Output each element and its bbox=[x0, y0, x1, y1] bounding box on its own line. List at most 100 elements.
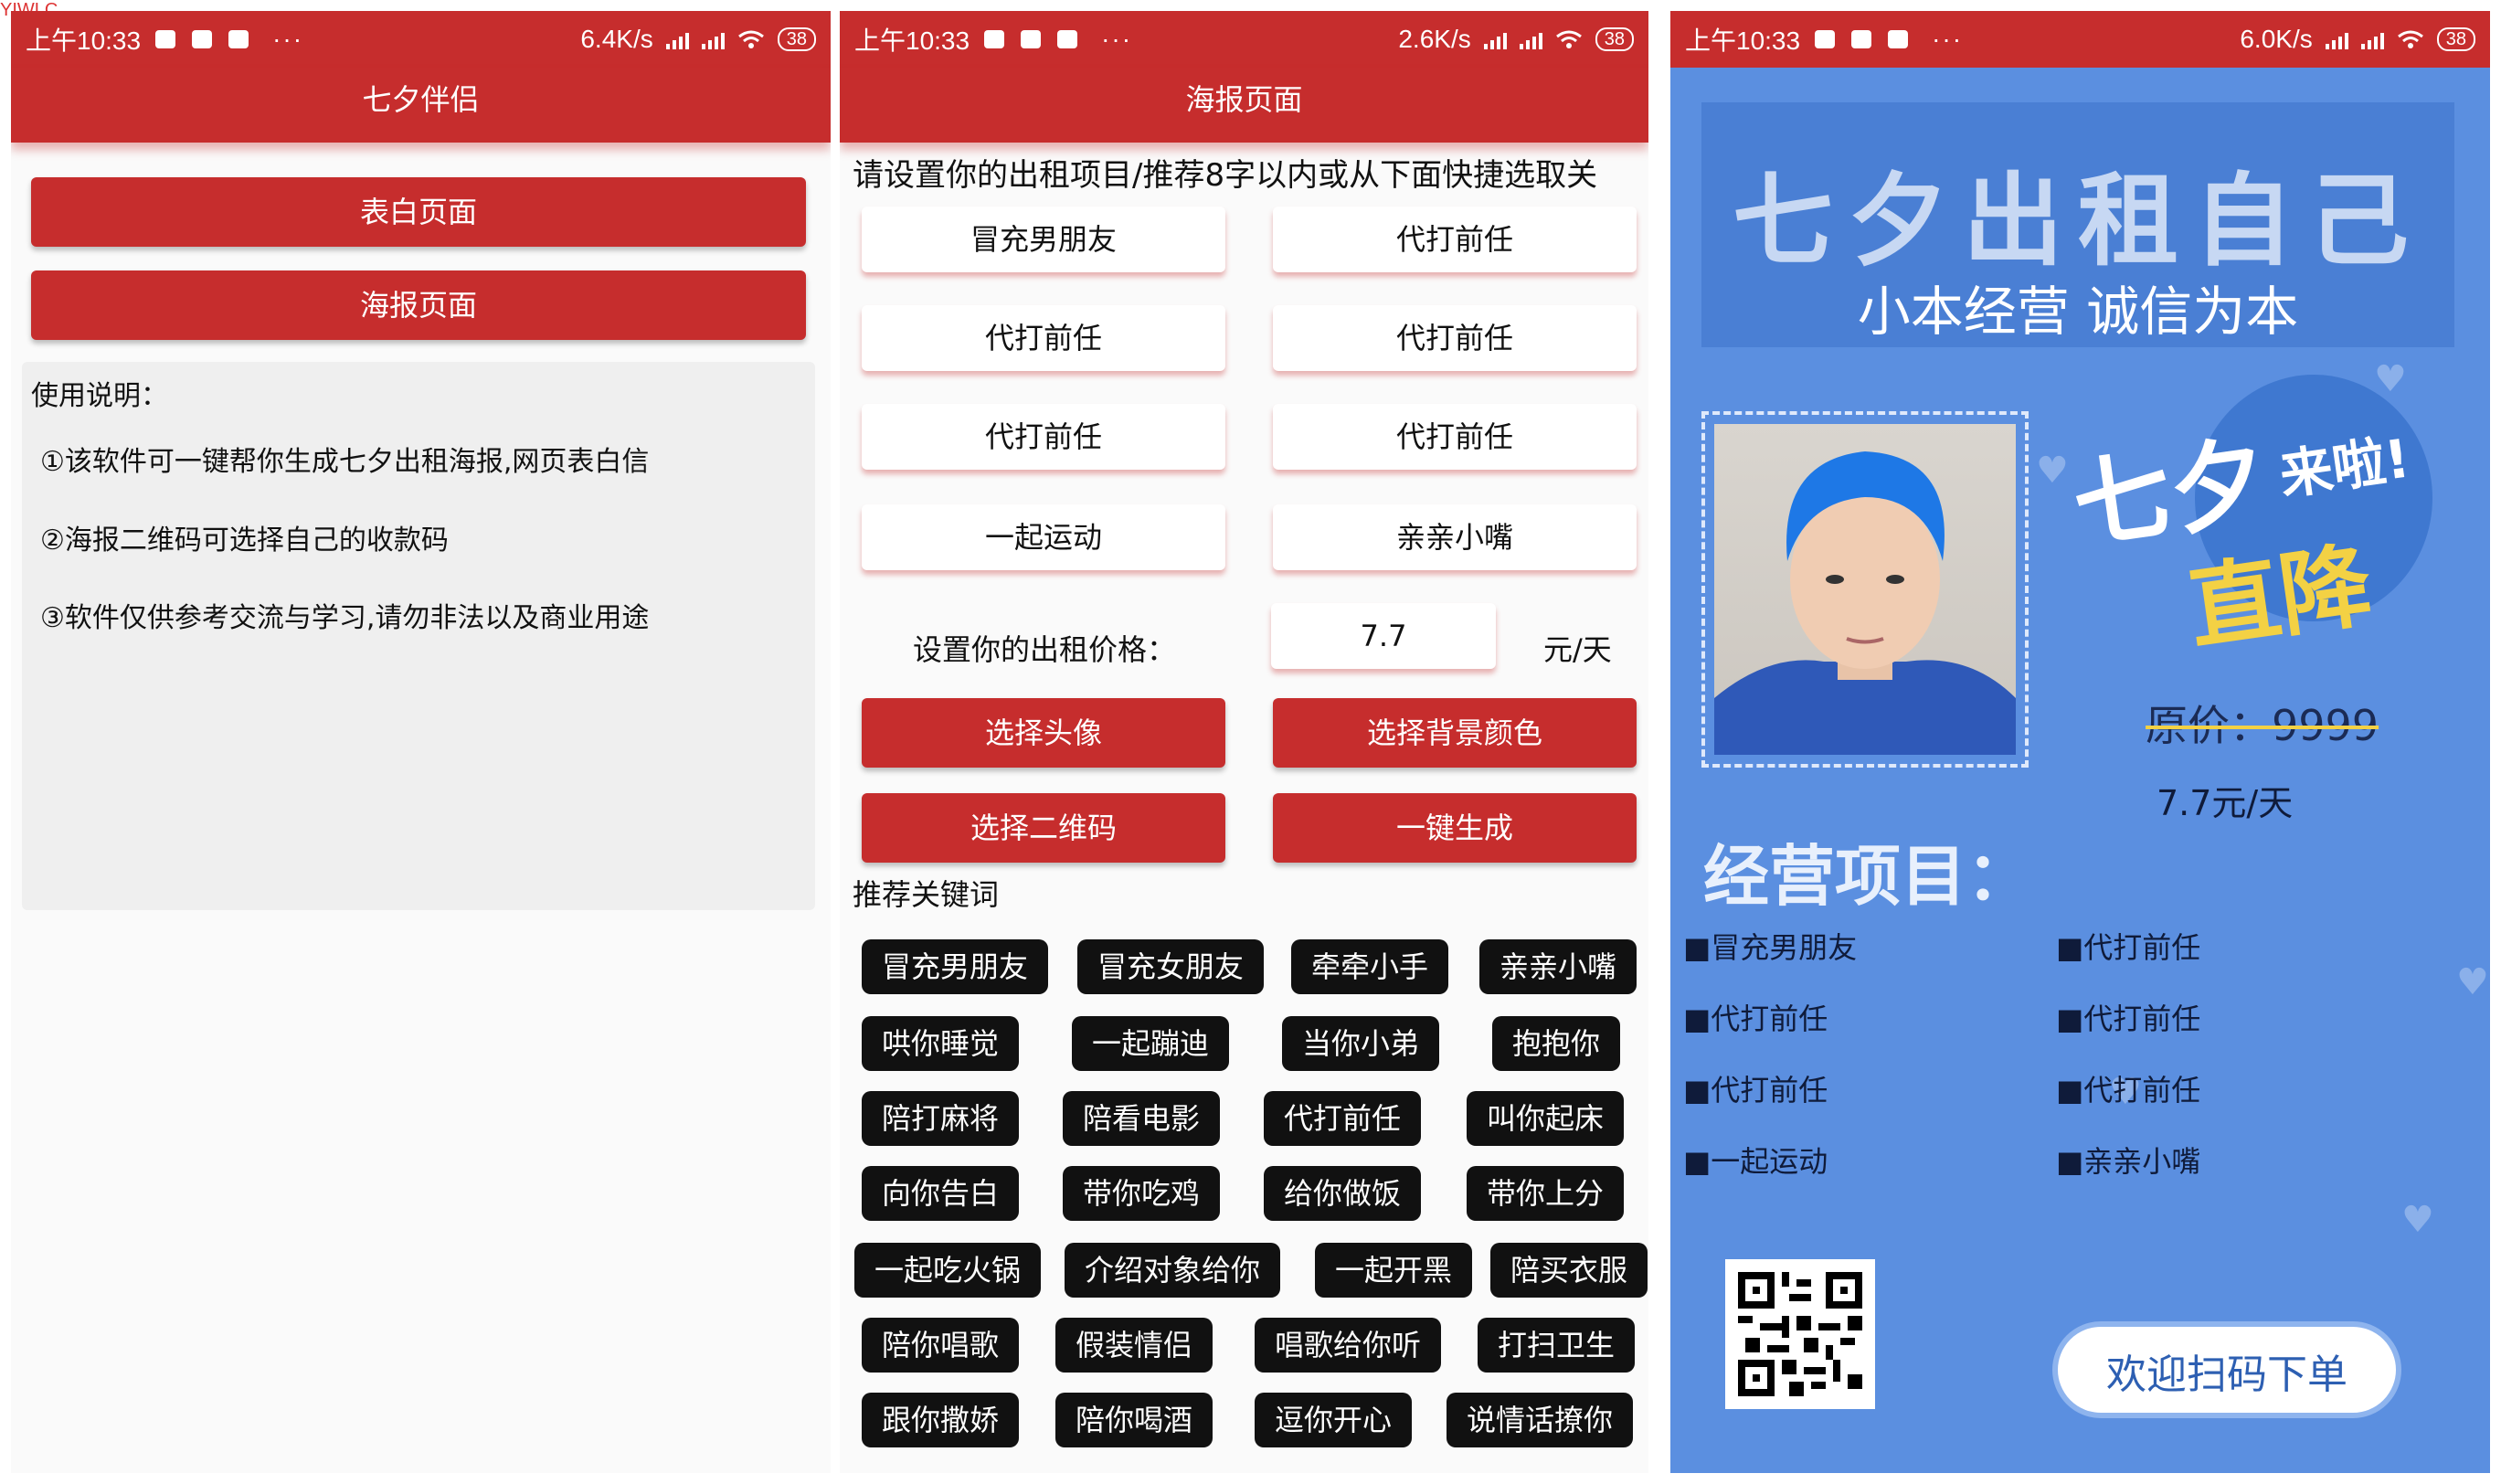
generate-poster-button[interactable]: 一键生成 bbox=[1273, 793, 1637, 863]
keyword-chip[interactable]: 跟你撒娇 bbox=[862, 1393, 1020, 1447]
keyword-chip[interactable]: 叫你起床 bbox=[1467, 1091, 1625, 1146]
qr-code-icon bbox=[1738, 1272, 1862, 1396]
keyword-chip[interactable]: 代打前任 bbox=[1264, 1091, 1422, 1146]
keyword-chip[interactable]: 向你告白 bbox=[862, 1166, 1020, 1221]
poster-page-button[interactable]: 海报页面 bbox=[31, 270, 806, 340]
keyword-chip[interactable]: 一起开黑 bbox=[1315, 1243, 1473, 1298]
signal-icon bbox=[2360, 29, 2384, 49]
app-notification-icon bbox=[1021, 30, 1042, 48]
price-input[interactable]: 7.7 bbox=[1271, 603, 1496, 669]
choose-background-color-button[interactable]: 选择背景颜色 bbox=[1273, 698, 1637, 768]
app-notification-icon bbox=[1057, 30, 1078, 48]
business-item: ■代打前任 bbox=[2056, 1002, 2201, 1036]
keyword-chip[interactable]: 带你吃鸡 bbox=[1063, 1166, 1221, 1221]
keyword-chip[interactable]: 当你小弟 bbox=[1282, 1016, 1440, 1071]
status-bar: 上午10:33 ··· 6.0K/s 38 bbox=[1670, 11, 2490, 68]
rental-item-field[interactable]: 冒充男朋友 bbox=[862, 207, 1225, 272]
network-speed: 6.4K/s bbox=[580, 25, 653, 53]
rental-item-field[interactable]: 代打前任 bbox=[862, 404, 1225, 470]
message-icon bbox=[155, 30, 176, 48]
network-speed: 6.0K/s bbox=[2240, 25, 2313, 53]
rental-item-field[interactable]: 代打前任 bbox=[1273, 404, 1637, 470]
rental-items-prompt: 请设置你的出租项目/推荐8字以内或从下面快捷选取关 bbox=[853, 157, 1598, 194]
keyword-chip[interactable]: 冒充男朋友 bbox=[862, 939, 1049, 994]
poster-subtitle: 小本经营 诚信为本 bbox=[1857, 281, 2299, 343]
screen-home: 上午10:33 ··· 6.4K/s 38 七夕伴侣 表白页面 海报页面 使用说… bbox=[11, 11, 831, 1473]
business-item: ■代打前任 bbox=[2056, 930, 2201, 965]
page-title: 七夕伴侣 bbox=[11, 68, 831, 143]
keyword-chip[interactable]: 陪看电影 bbox=[1063, 1091, 1221, 1146]
heart-icon: ♥ bbox=[2374, 358, 2407, 400]
signal-icon bbox=[665, 29, 689, 49]
keyword-chip[interactable]: 陪你喝酒 bbox=[1055, 1393, 1213, 1447]
rental-item-field[interactable]: 代打前任 bbox=[862, 305, 1225, 371]
status-bar: 上午10:33 ··· 2.6K/s 38 bbox=[840, 11, 1648, 68]
message-icon bbox=[984, 30, 1005, 48]
keyword-chip[interactable]: 唱歌给你听 bbox=[1255, 1318, 1442, 1373]
business-item: ■代打前任 bbox=[2056, 1073, 2201, 1108]
usage-line: ②海报二维码可选择自己的收款码 bbox=[40, 525, 449, 556]
keyword-chip[interactable]: 逗你开心 bbox=[1255, 1393, 1413, 1447]
keyword-chip[interactable]: 一起吃火锅 bbox=[854, 1243, 1042, 1298]
keyword-chip[interactable]: 介绍对象给你 bbox=[1065, 1243, 1281, 1298]
keyword-chip[interactable]: 哄你睡觉 bbox=[862, 1016, 1020, 1071]
rental-item-field[interactable]: 代打前任 bbox=[1273, 305, 1637, 371]
usage-title: 使用说明： bbox=[31, 380, 168, 412]
status-time: 上午10:33 bbox=[854, 26, 970, 55]
business-items-title: 经营项目： bbox=[1703, 838, 2033, 915]
usage-line: ③软件仅供参考交流与学习,请勿非法以及商业用途 bbox=[40, 602, 650, 634]
confession-page-button[interactable]: 表白页面 bbox=[31, 177, 806, 247]
rental-item-field[interactable]: 代打前任 bbox=[1273, 207, 1637, 272]
heart-icon: ♥ bbox=[2401, 1199, 2434, 1241]
keyword-chip[interactable]: 说情话撩你 bbox=[1447, 1393, 1634, 1447]
screen-poster-editor: 上午10:33 ··· 2.6K/s 38 海报页面 请设置你的出租项目/推荐8… bbox=[840, 11, 1648, 1473]
keyword-chip[interactable]: 打扫卫生 bbox=[1478, 1318, 1636, 1373]
heart-icon: ♥ bbox=[2456, 961, 2489, 1003]
message-icon bbox=[1815, 30, 1836, 48]
signal-icon bbox=[2325, 29, 2348, 49]
keyword-chip[interactable]: 陪买衣服 bbox=[1490, 1243, 1648, 1298]
keyword-chip[interactable]: 陪打麻将 bbox=[862, 1091, 1020, 1146]
price-unit: 元/天 bbox=[1543, 632, 1612, 667]
keyword-chip[interactable]: 亲亲小嘴 bbox=[1479, 939, 1637, 994]
app-notification-icon bbox=[1851, 30, 1872, 48]
status-bar: 上午10:33 ··· 6.4K/s 38 bbox=[11, 11, 831, 68]
more-notifications-icon: ··· bbox=[1932, 25, 1964, 53]
keywords-title: 推荐关键词 bbox=[853, 877, 1000, 912]
signal-icon bbox=[701, 29, 725, 49]
keyword-chip[interactable]: 冒充女朋友 bbox=[1077, 939, 1265, 994]
keyword-chip[interactable]: 陪你唱歌 bbox=[862, 1318, 1020, 1373]
network-speed: 2.6K/s bbox=[1398, 25, 1471, 53]
keyword-chip[interactable]: 牵牵小手 bbox=[1291, 939, 1449, 994]
poster-title: 七夕出租自己 bbox=[1733, 163, 2423, 280]
app-notification-icon bbox=[1888, 30, 1909, 48]
choose-qrcode-button[interactable]: 选择二维码 bbox=[862, 793, 1225, 863]
app-notification-icon bbox=[192, 30, 213, 48]
business-item: ■代打前任 bbox=[1683, 1002, 1828, 1036]
choose-avatar-button[interactable]: 选择头像 bbox=[862, 698, 1225, 768]
app-notification-icon bbox=[228, 30, 249, 48]
welcome-scan-button[interactable]: 欢迎扫码下单 bbox=[2052, 1321, 2401, 1418]
keyword-chip[interactable]: 给你做饭 bbox=[1264, 1166, 1422, 1221]
keyword-chip[interactable]: 假装情侣 bbox=[1055, 1318, 1213, 1373]
more-notifications-icon: ··· bbox=[1101, 25, 1133, 53]
business-item: ■一起运动 bbox=[1683, 1144, 1828, 1179]
rental-item-field[interactable]: 亲亲小嘴 bbox=[1273, 504, 1637, 570]
original-price: 原价：9999 bbox=[2146, 701, 2379, 750]
person-portrait-icon bbox=[1714, 451, 2016, 755]
battery-icon: 38 bbox=[1595, 27, 1634, 51]
rental-item-field[interactable]: 一起运动 bbox=[862, 504, 1225, 570]
promo-discount: 直降 bbox=[2182, 531, 2379, 663]
avatar-photo bbox=[1714, 424, 2016, 755]
keyword-chip[interactable]: 带你上分 bbox=[1467, 1166, 1625, 1221]
battery-icon: 38 bbox=[2436, 27, 2475, 51]
keyword-chip[interactable]: 抱抱你 bbox=[1492, 1016, 1621, 1071]
wifi-icon bbox=[2397, 30, 2423, 48]
status-time: 上午10:33 bbox=[26, 26, 142, 55]
heart-icon: ♥ bbox=[2036, 450, 2069, 492]
signal-icon bbox=[1519, 29, 1542, 49]
status-time: 上午10:33 bbox=[1685, 26, 1801, 55]
keyword-chip[interactable]: 一起蹦迪 bbox=[1072, 1016, 1230, 1071]
page-title: 海报页面 bbox=[840, 68, 1648, 143]
qr-code[interactable] bbox=[1725, 1259, 1875, 1409]
